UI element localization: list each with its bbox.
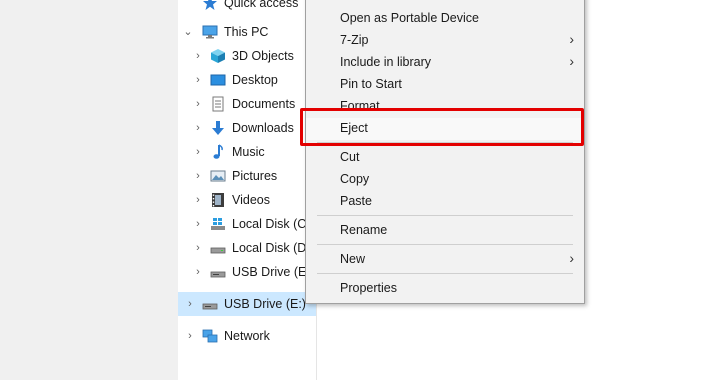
document-icon <box>212 96 224 112</box>
menu-label-copy: Copy <box>340 172 370 186</box>
usb-drive-icon <box>210 271 226 278</box>
menu-separator <box>317 244 573 245</box>
menu-label-7zip: 7-Zip <box>340 33 369 47</box>
chevron-right-icon: › <box>569 53 574 69</box>
chevron-right-icon[interactable]: › <box>184 298 196 310</box>
menu-item-open-portable[interactable]: Open as Portable Device <box>306 8 584 30</box>
menu-label-rename: Rename <box>340 223 388 237</box>
nav-label-music: Music <box>232 145 265 159</box>
music-note-icon <box>213 144 223 159</box>
menu-item-copy[interactable]: Copy <box>306 169 584 191</box>
nav-item-usb-drive-e-selected[interactable]: › USB Drive (E:) <box>178 292 316 316</box>
star-icon <box>203 0 217 10</box>
nav-label-usb-drive-e-selected: USB Drive (E:) <box>224 297 306 311</box>
nav-item-quick-access[interactable]: Quick access <box>178 0 316 14</box>
nav-item-network[interactable]: › Network <box>178 325 316 347</box>
menu-item-partial-top[interactable]: › <box>306 0 584 4</box>
menu-item-cut[interactable]: Cut <box>306 147 584 169</box>
nav-item-usb-drive-e[interactable]: › USB Drive (E:) <box>178 261 316 283</box>
nav-label-network: Network <box>224 329 270 343</box>
menu-item-rename[interactable]: Rename <box>306 220 584 242</box>
menu-separator <box>317 273 573 274</box>
menu-item-include-library[interactable]: Include in library › <box>306 52 584 74</box>
menu-item-paste[interactable]: Paste <box>306 191 584 213</box>
menu-label-open-portable: Open as Portable Device <box>340 11 479 25</box>
menu-label-cut: Cut <box>340 150 360 164</box>
nav-item-3d-objects[interactable]: › 3D Objects <box>178 45 316 67</box>
nav-item-this-pc[interactable]: ⌄ This PC <box>178 21 316 43</box>
chevron-right-icon[interactable]: › <box>192 50 204 62</box>
nav-label-quick-access: Quick access <box>224 0 299 10</box>
chevron-right-icon[interactable]: › <box>192 266 204 278</box>
menu-item-properties[interactable]: Properties <box>306 278 584 300</box>
film-strip-icon <box>212 193 224 207</box>
chevron-right-icon[interactable]: › <box>192 170 204 182</box>
nav-item-pictures[interactable]: › Pictures <box>178 165 316 187</box>
chevron-right-icon[interactable]: › <box>192 122 204 134</box>
nav-item-downloads[interactable]: › Downloads <box>178 117 316 139</box>
menu-label-paste: Paste <box>340 194 372 208</box>
menu-item-7zip[interactable]: 7-Zip › <box>306 30 584 52</box>
eject-highlight-box <box>300 108 584 146</box>
chevron-right-icon[interactable]: › <box>184 330 196 342</box>
nav-label-this-pc: This PC <box>224 25 269 39</box>
left-background <box>0 0 178 380</box>
chevron-right-icon[interactable]: › <box>192 146 204 158</box>
chevron-right-icon[interactable]: › <box>192 98 204 110</box>
drive-icon <box>210 247 226 254</box>
nav-item-local-disk-d[interactable]: › Local Disk (D:) <box>178 237 316 259</box>
desktop-icon <box>210 74 226 86</box>
picture-icon <box>210 170 226 182</box>
menu-label-pin-start: Pin to Start <box>340 77 402 91</box>
nav-item-videos[interactable]: › Videos <box>178 189 316 211</box>
chevron-right-icon[interactable]: › <box>192 194 204 206</box>
nav-label-local-disk-d: Local Disk (D:) <box>232 241 314 255</box>
download-arrow-icon <box>212 121 224 135</box>
menu-item-new[interactable]: New › <box>306 249 584 271</box>
menu-separator <box>317 215 573 216</box>
usb-drive-icon <box>202 303 218 310</box>
nav-item-desktop[interactable]: › Desktop <box>178 69 316 91</box>
nav-label-videos: Videos <box>232 193 270 207</box>
chevron-right-icon: › <box>569 250 574 266</box>
navigation-pane: Quick access ⌄ This PC › 3D Objects › De… <box>178 0 317 380</box>
chevron-right-icon[interactable]: › <box>192 218 204 230</box>
nav-label-3d-objects: 3D Objects <box>232 49 294 63</box>
windows-drive-icon <box>211 218 225 230</box>
chevron-right-icon[interactable]: › <box>192 242 204 254</box>
menu-label-new: New <box>340 252 366 266</box>
computer-icon <box>202 25 218 39</box>
network-icon <box>202 329 218 343</box>
chevron-down-icon[interactable]: ⌄ <box>182 26 194 38</box>
nav-label-pictures: Pictures <box>232 169 278 183</box>
chevron-right-icon: › <box>569 31 574 47</box>
menu-item-pin-start[interactable]: Pin to Start <box>306 74 584 96</box>
nav-item-documents[interactable]: › Documents <box>178 93 316 115</box>
chevron-right-icon[interactable]: › <box>192 74 204 86</box>
nav-label-usb-drive-e: USB Drive (E:) <box>232 265 314 279</box>
nav-label-desktop: Desktop <box>232 73 278 87</box>
nav-label-local-disk-c: Local Disk (C:) <box>232 217 314 231</box>
nav-item-music[interactable]: › Music <box>178 141 316 163</box>
nav-label-downloads: Downloads <box>232 121 294 135</box>
menu-label-include-library: Include in library <box>340 55 432 69</box>
cube-icon <box>211 49 225 63</box>
nav-label-documents: Documents <box>232 97 296 111</box>
context-menu: › Open as Portable Device 7-Zip › Includ… <box>305 0 585 304</box>
menu-label-properties: Properties <box>340 281 397 295</box>
nav-item-local-disk-c[interactable]: › Local Disk (C:) <box>178 213 316 235</box>
